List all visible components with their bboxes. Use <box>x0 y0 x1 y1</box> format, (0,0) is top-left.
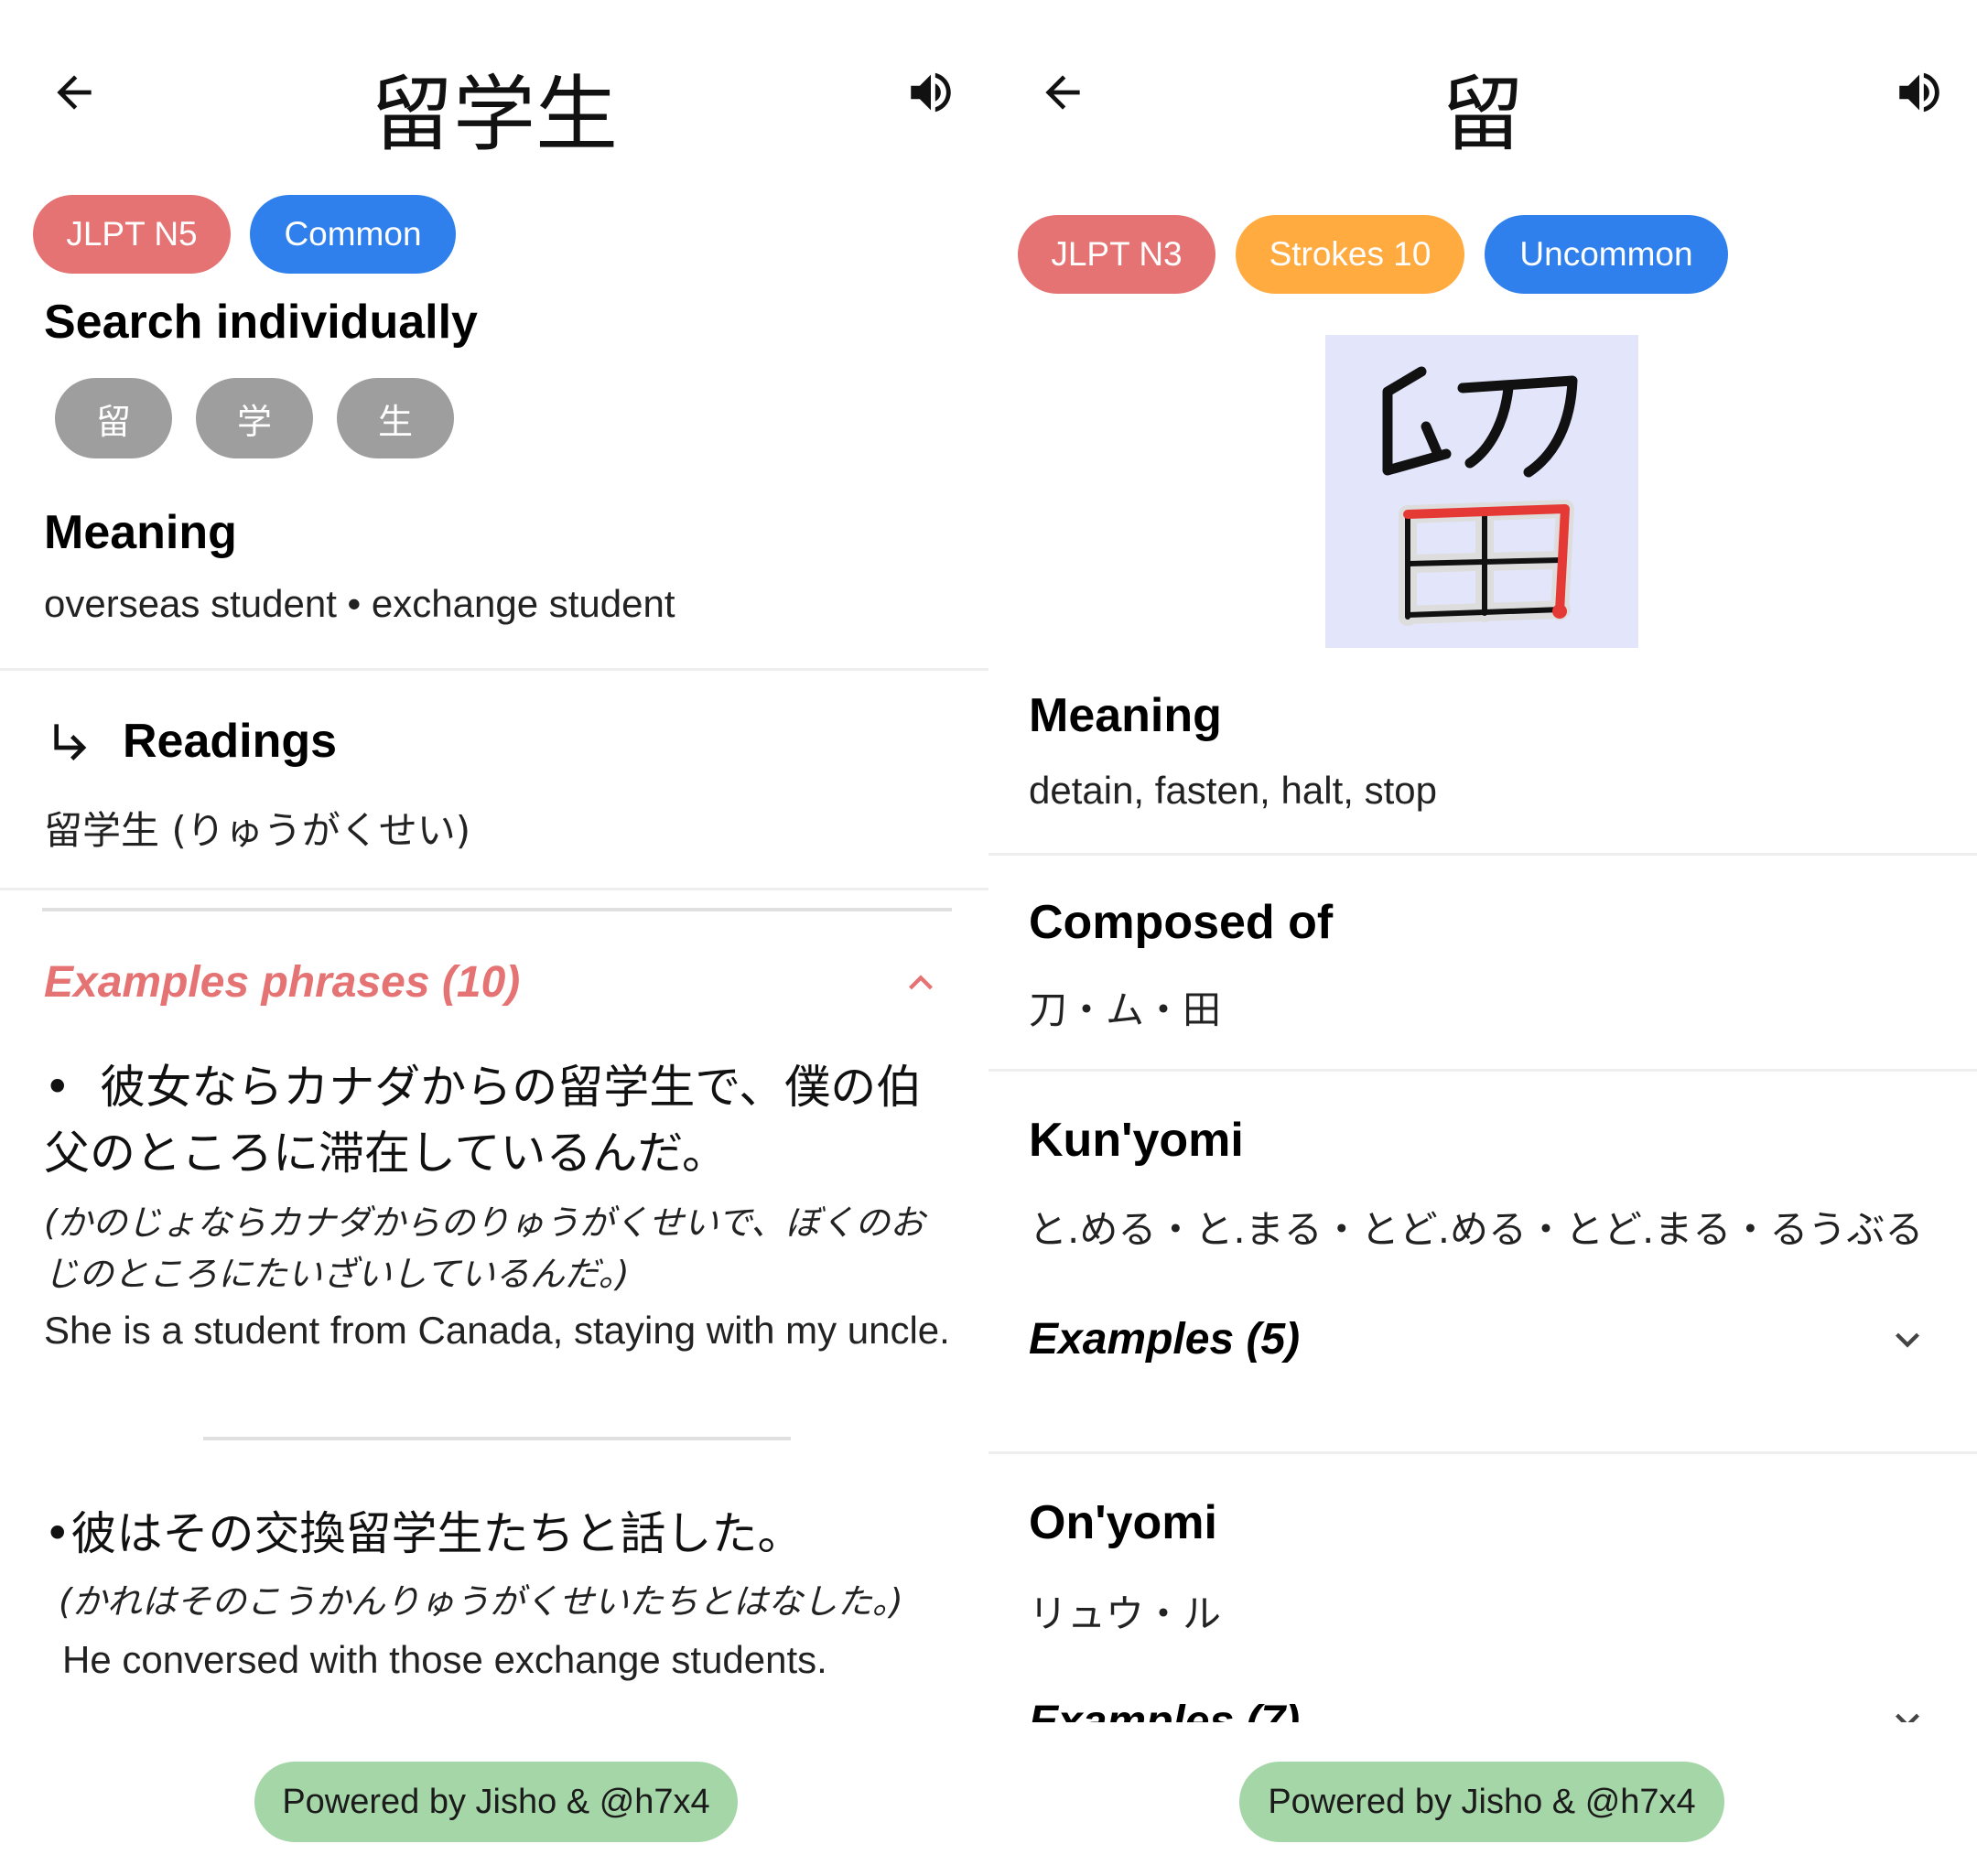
kunyomi-examples-toggle[interactable]: Examples (5) <box>1029 1314 1300 1364</box>
bullet: • <box>44 1507 71 1560</box>
pronunciation-button[interactable] <box>899 60 963 124</box>
example-phrase: • 彼女ならカナダからの留学生で、僕の伯父のところに滞在しているんだ。 (かのじ… <box>44 1054 950 1354</box>
examples-divider <box>42 908 952 911</box>
divider <box>0 668 988 671</box>
onyomi-examples-row: Examples (7) <box>988 1666 1977 1722</box>
example-japanese: •彼はその交換留学生たちと話した。 <box>44 1501 950 1567</box>
subdirectory-arrow-right-icon <box>46 716 97 771</box>
meaning-text: detain, fasten, halt, stop <box>1029 769 1437 812</box>
chevron-down-icon[interactable] <box>1884 1697 1931 1722</box>
meaning-text: overseas student • exchange student <box>44 582 675 625</box>
example-kana: (かれはそのこうかんりゅうがくせいたちとはなした。) <box>59 1581 903 1622</box>
example-japanese-text: 彼はその交換留学生たちと話した。 <box>70 1507 804 1560</box>
strokes-tag: Strokes 10 <box>1236 215 1464 294</box>
powered-by-badge[interactable]: Powered by Jisho & @h7x4 <box>254 1762 738 1842</box>
readings-text: 留学生 (りゅうがくせい) <box>44 808 471 853</box>
kanji-chip-2[interactable]: 学 <box>196 378 313 458</box>
kanji-detail-pane: 留 JLPT N3 Strokes 10 Uncommon Meaning de… <box>988 0 1977 1876</box>
chevron-up-icon[interactable] <box>897 959 945 1011</box>
jlpt-tag: JLPT N3 <box>1018 215 1215 294</box>
pronunciation-button[interactable] <box>1887 60 1951 124</box>
divider <box>0 888 988 890</box>
divider <box>988 853 1977 856</box>
composed-of-text: 刀・ム・田 <box>1029 987 1222 1032</box>
readings-heading: Readings <box>123 715 338 768</box>
volume-up-icon <box>1899 72 1939 113</box>
common-tag: Common <box>250 195 456 274</box>
example-english: He conversed with those exchange student… <box>62 1638 827 1681</box>
example-japanese: • 彼女ならカナダからの留学生で、僕の伯父のところに滞在しているんだ。 <box>44 1054 950 1186</box>
word-detail-pane: 留学生 JLPT N5 Common Search individually 留… <box>0 0 988 1876</box>
chevron-down-icon[interactable] <box>1884 1316 1931 1368</box>
example-english: She is a student from Canada, staying wi… <box>44 1309 950 1352</box>
divider <box>988 1069 1977 1072</box>
jlpt-tag: JLPT N5 <box>33 195 231 274</box>
volume-up-icon <box>911 72 951 113</box>
uncommon-tag: Uncommon <box>1485 215 1728 294</box>
kunyomi-heading: Kun'yomi <box>1029 1114 1244 1167</box>
examples-phrases-toggle[interactable]: Examples phrases (10) <box>44 957 520 1008</box>
powered-by-badge[interactable]: Powered by Jisho & @h7x4 <box>1239 1762 1724 1842</box>
example-kana: (かのじょならカナダからのりゅうがくせいで、ぼくのおじのところにたいざいしている… <box>44 1202 925 1294</box>
page-title: 留 <box>1442 67 1524 163</box>
onyomi-examples-toggle[interactable]: Examples (7) <box>1029 1697 1300 1722</box>
kanji-chip-1[interactable]: 留 <box>55 378 172 458</box>
example-separator <box>203 1437 791 1440</box>
example-phrase: •彼はその交換留学生たちと話した。 (かれはそのこうかんりゅうがくせいたちとはな… <box>44 1501 950 1684</box>
onyomi-heading: On'yomi <box>1029 1496 1217 1549</box>
meaning-heading: Meaning <box>44 506 237 559</box>
meaning-heading: Meaning <box>1029 689 1222 742</box>
bullet: • <box>44 1061 71 1114</box>
kanji-chip-3[interactable]: 生 <box>337 378 454 458</box>
composed-of-heading: Composed of <box>1029 896 1334 949</box>
kunyomi-text: と.める・と.まる・とど.める・とど.まる・るうぶる <box>1029 1207 1924 1252</box>
divider <box>988 1451 1977 1454</box>
search-individually-heading: Search individually <box>44 296 478 349</box>
onyomi-text: リュウ・ル <box>1029 1591 1222 1636</box>
page-title: 留学生 <box>371 67 618 163</box>
example-japanese-text: 彼女ならカナダからの留学生で、僕の伯父のところに滞在しているんだ。 <box>44 1061 923 1180</box>
stroke-order-image <box>1325 335 1638 648</box>
